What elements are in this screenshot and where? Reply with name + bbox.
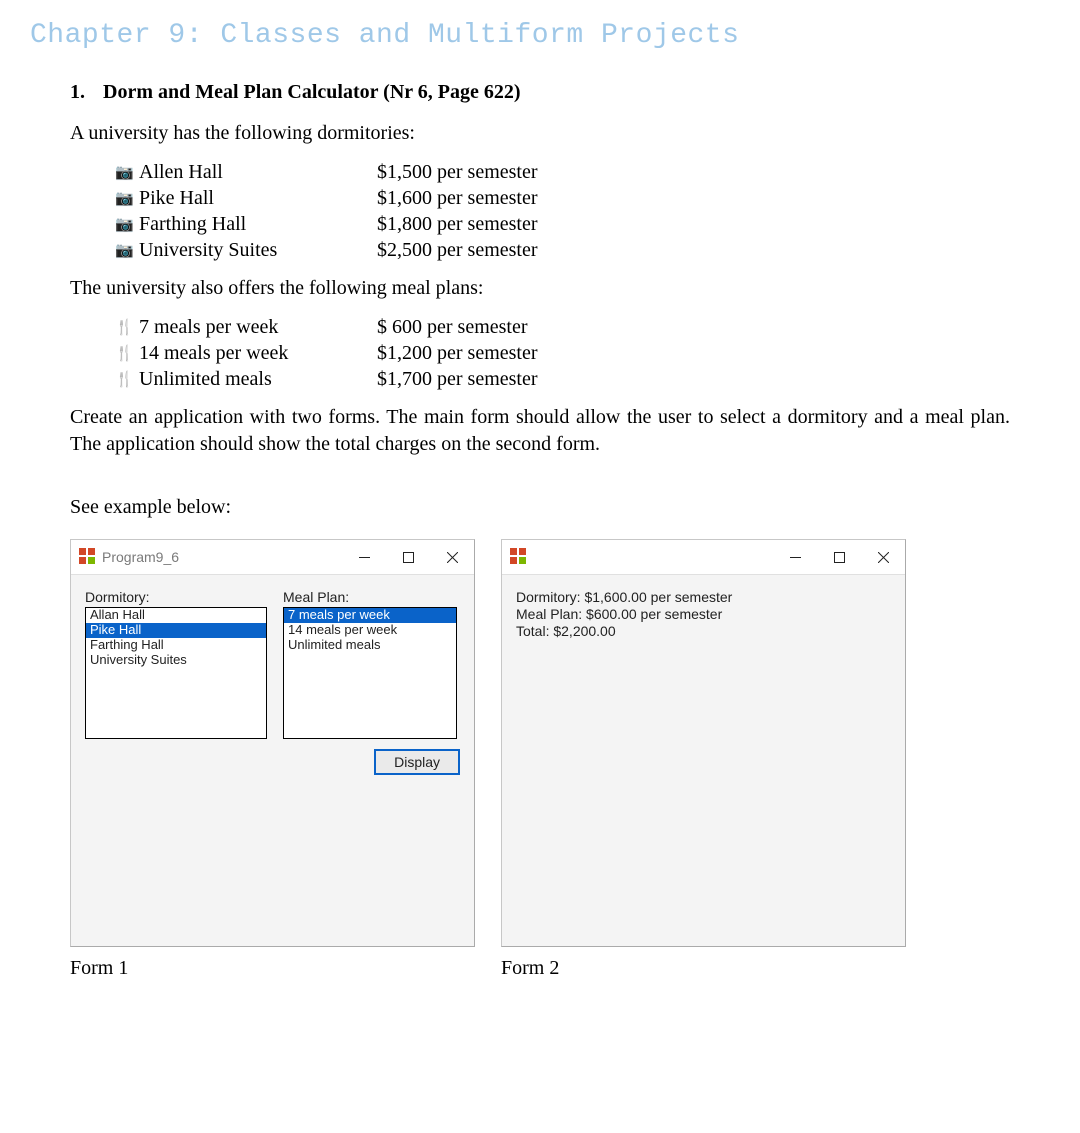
minimize-button[interactable] [773, 541, 817, 573]
close-button[interactable] [861, 541, 905, 573]
dorm-price: $2,500 per semester [377, 237, 970, 263]
dorm-row: 📷 Farthing Hall $1,800 per semester [115, 211, 970, 237]
dorm-row: 📷 University Suites $2,500 per semester [115, 237, 970, 263]
list-item[interactable]: 7 meals per week [284, 608, 456, 623]
minimize-button[interactable] [342, 541, 386, 573]
form1-titlebar: Program9_6 [71, 540, 474, 575]
mealplan-listbox[interactable]: 7 meals per week14 meals per weekUnlimit… [283, 607, 457, 739]
form2-caption: Form 2 [501, 957, 906, 980]
maximize-button[interactable] [386, 541, 430, 573]
chapter-title: Chapter 9: Classes and Multiform Project… [30, 20, 1050, 51]
knife-icon: 🍴 [115, 319, 139, 339]
dormitory-group: Dormitory: Allan HallPike HallFarthing H… [85, 589, 267, 932]
forms-area: Program9_6 Dormitory: Allan HallPike Hal… [70, 539, 1010, 980]
camera-icon: 📷 [115, 190, 139, 210]
result-line: Total: $2,200.00 [516, 623, 891, 640]
form2-column: Dormitory: $1,600.00 per semesterMeal Pl… [501, 539, 906, 980]
form1-window: Program9_6 Dormitory: Allan HallPike Hal… [70, 539, 475, 947]
form1-column: Program9_6 Dormitory: Allan HallPike Hal… [70, 539, 475, 980]
result-line: Meal Plan: $600.00 per semester [516, 606, 891, 623]
list-item[interactable]: 14 meals per week [284, 623, 456, 638]
mealplan-group: Meal Plan: 7 meals per week14 meals per … [283, 589, 460, 932]
meal-price: $1,700 per semester [377, 366, 970, 392]
dormitory-label: Dormitory: [85, 589, 267, 605]
knife-icon: 🍴 [115, 345, 139, 365]
meal-row: 🍴 14 meals per week $1,200 per semester [115, 340, 970, 366]
meal-price: $1,200 per semester [377, 340, 970, 366]
mealplan-label: Meal Plan: [283, 589, 460, 605]
window-controls [342, 541, 474, 573]
dorm-name: Farthing Hall [139, 211, 377, 237]
form2-titlebar [502, 540, 905, 575]
maximize-button[interactable] [817, 541, 861, 573]
form1-client: Dormitory: Allan HallPike HallFarthing H… [71, 575, 474, 946]
see-example: See example below: [70, 494, 1010, 521]
app-icon [510, 548, 526, 564]
dorm-list: 📷 Allen Hall $1,500 per semester 📷 Pike … [115, 159, 970, 263]
list-item[interactable]: Unlimited meals [284, 638, 456, 653]
dorm-price: $1,600 per semester [377, 185, 970, 211]
window-controls [773, 541, 905, 573]
instruction-text: Create an application with two forms. Th… [70, 404, 1010, 458]
meal-name: 7 meals per week [139, 314, 377, 340]
dorm-name: Pike Hall [139, 185, 377, 211]
exercise-header: 1. Dorm and Meal Plan Calculator (Nr 6, … [70, 81, 1010, 104]
dorm-price: $1,500 per semester [377, 159, 970, 185]
meal-price: $ 600 per semester [377, 314, 970, 340]
dorm-price: $1,800 per semester [377, 211, 970, 237]
meal-list: 🍴 7 meals per week $ 600 per semester 🍴 … [115, 314, 970, 392]
camera-icon: 📷 [115, 216, 139, 236]
meal-row: 🍴 7 meals per week $ 600 per semester [115, 314, 970, 340]
exercise-title: Dorm and Meal Plan Calculator (Nr 6, Pag… [103, 81, 521, 104]
list-item[interactable]: Allan Hall [86, 608, 266, 623]
meal-name: 14 meals per week [139, 340, 377, 366]
meal-name: Unlimited meals [139, 366, 377, 392]
exercise-number: 1. [70, 81, 85, 104]
camera-icon: 📷 [115, 242, 139, 262]
result-line: Dormitory: $1,600.00 per semester [516, 589, 891, 606]
form1-title: Program9_6 [102, 549, 179, 565]
camera-icon: 📷 [115, 164, 139, 184]
intro-meals: The university also offers the following… [70, 275, 1010, 302]
dorm-row: 📷 Pike Hall $1,600 per semester [115, 185, 970, 211]
result-lines: Dormitory: $1,600.00 per semesterMeal Pl… [516, 589, 891, 639]
form2-client: Dormitory: $1,600.00 per semesterMeal Pl… [502, 575, 905, 946]
meal-row: 🍴 Unlimited meals $1,700 per semester [115, 366, 970, 392]
list-item[interactable]: University Suites [86, 653, 266, 668]
display-button[interactable]: Display [374, 749, 460, 775]
dorm-row: 📷 Allen Hall $1,500 per semester [115, 159, 970, 185]
dormitory-listbox[interactable]: Allan HallPike HallFarthing HallUniversi… [85, 607, 267, 739]
dorm-name: Allen Hall [139, 159, 377, 185]
intro-dorms: A university has the following dormitori… [70, 120, 1010, 147]
form2-window: Dormitory: $1,600.00 per semesterMeal Pl… [501, 539, 906, 947]
close-button[interactable] [430, 541, 474, 573]
dorm-name: University Suites [139, 237, 377, 263]
knife-icon: 🍴 [115, 371, 139, 391]
list-item[interactable]: Pike Hall [86, 623, 266, 638]
app-icon [79, 548, 95, 564]
form1-caption: Form 1 [70, 957, 475, 980]
list-item[interactable]: Farthing Hall [86, 638, 266, 653]
